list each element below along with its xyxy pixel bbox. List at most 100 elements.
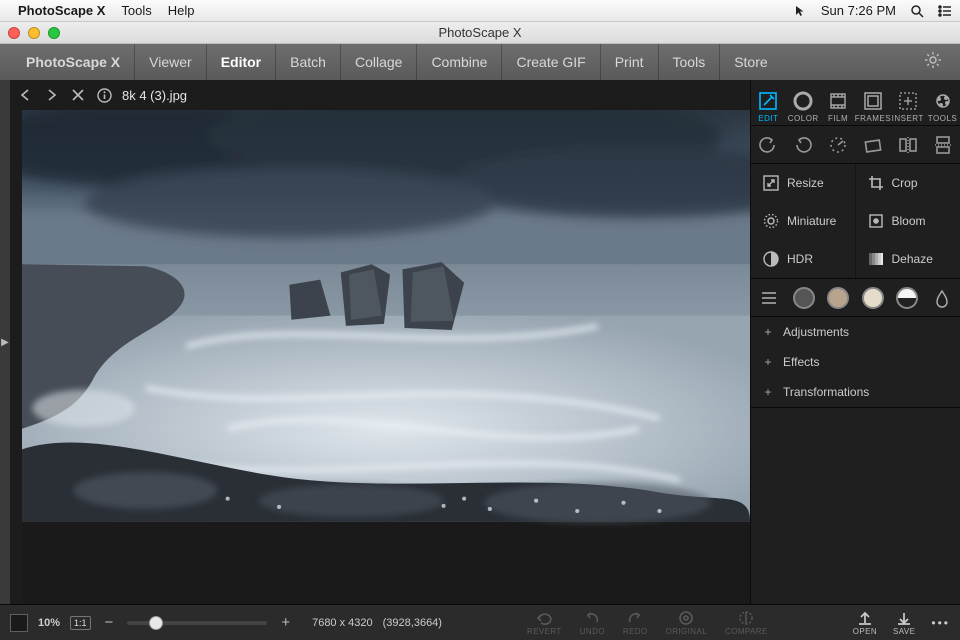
redo-button[interactable]: REDO <box>623 610 648 636</box>
tooltab-tools[interactable]: TOOLS <box>926 90 960 123</box>
canvas-header: 8k 4 (3).jpg <box>10 80 750 110</box>
bloom-icon <box>868 213 884 229</box>
right-panel: EDIT COLOR FILM FRAMES INSERT TOOLS <box>750 80 960 604</box>
open-button[interactable]: OPEN <box>853 610 877 636</box>
tooltab-film[interactable]: FILM <box>821 90 855 123</box>
tab-combine[interactable]: Combine <box>416 44 501 80</box>
swatch-split[interactable] <box>896 287 918 309</box>
tool-crop-label: Crop <box>892 176 918 190</box>
color-icon <box>792 90 814 112</box>
accordion-transformations-label: Transformations <box>783 385 869 399</box>
tool-hdr[interactable]: HDR <box>751 240 856 278</box>
rotate-ccw-icon[interactable] <box>756 133 780 157</box>
rotate-cw-icon[interactable] <box>791 133 815 157</box>
insert-icon <box>897 90 919 112</box>
tool-bloom[interactable]: Bloom <box>856 202 960 240</box>
zoom-out-button[interactable]: − <box>101 614 118 631</box>
tool-miniature[interactable]: Miniature <box>751 202 856 240</box>
undo-button[interactable]: UNDO <box>580 610 605 636</box>
tooltab-edit-label: EDIT <box>758 114 778 123</box>
tab-photoscapex[interactable]: PhotoScape X <box>12 44 134 80</box>
list-icon[interactable] <box>938 4 952 18</box>
original-button[interactable]: ORIGINAL <box>666 610 707 636</box>
flip-vertical-icon[interactable] <box>931 133 955 157</box>
save-button[interactable]: SAVE <box>893 610 915 636</box>
tool-grid: Resize Crop Miniature Bloom HDR Dehaze <box>751 164 960 279</box>
cursor-icon[interactable] <box>795 5 807 17</box>
menu-app[interactable]: PhotoScape X <box>18 3 105 18</box>
tool-miniature-label: Miniature <box>787 214 836 228</box>
tab-collage[interactable]: Collage <box>340 44 416 80</box>
navigator-thumbnail[interactable] <box>10 614 28 632</box>
window-title: PhotoScape X <box>0 25 960 40</box>
flip-horizontal-icon[interactable] <box>896 133 920 157</box>
tab-print[interactable]: Print <box>600 44 658 80</box>
close-window-button[interactable] <box>8 27 20 39</box>
zoom-value[interactable]: 10% <box>38 617 60 629</box>
tab-viewer[interactable]: Viewer <box>134 44 206 80</box>
chevron-right-icon: ▶ <box>1 337 9 348</box>
more-button[interactable]: ••• <box>931 616 950 630</box>
nav-back-icon[interactable] <box>18 87 34 103</box>
tab-store[interactable]: Store <box>719 44 781 80</box>
zoom-slider[interactable] <box>127 621 267 625</box>
fullscreen-window-button[interactable] <box>48 27 60 39</box>
swatch-cream[interactable] <box>862 287 884 309</box>
preset-list-icon[interactable] <box>757 286 781 310</box>
window-titlebar: PhotoScape X <box>0 22 960 44</box>
macos-menubar: PhotoScape X Tools Help Sun 7:26 PM <box>0 0 960 22</box>
bottom-actions: REVERT UNDO REDO ORIGINAL COMPARE <box>452 610 843 636</box>
hdr-icon <box>763 251 779 267</box>
crop-icon <box>868 175 884 191</box>
menu-help[interactable]: Help <box>168 3 195 18</box>
rotation-row <box>751 126 960 164</box>
menu-tools[interactable]: Tools <box>121 3 151 18</box>
zoom-slider-knob[interactable] <box>149 616 163 630</box>
swatch-gray[interactable] <box>793 287 815 309</box>
tooltab-edit[interactable]: EDIT <box>751 90 785 123</box>
accordion-adjustments[interactable]: +Adjustments <box>751 317 960 347</box>
color-drop-icon[interactable] <box>930 286 954 310</box>
minimize-window-button[interactable] <box>28 27 40 39</box>
menubar-clock[interactable]: Sun 7:26 PM <box>821 3 896 18</box>
image-canvas[interactable] <box>22 110 750 604</box>
accordion: +Adjustments +Effects +Transformations <box>751 317 960 408</box>
revert-button[interactable]: REVERT <box>527 610 562 636</box>
straighten-icon[interactable] <box>861 133 885 157</box>
zoom-1to1-button[interactable]: 1:1 <box>70 616 91 630</box>
accordion-effects[interactable]: +Effects <box>751 347 960 377</box>
tooltab-insert[interactable]: INSERT <box>891 90 925 123</box>
nav-forward-icon[interactable] <box>44 87 60 103</box>
settings-gear-icon[interactable] <box>918 51 948 74</box>
tool-dehaze[interactable]: Dehaze <box>856 240 960 278</box>
tool-crop[interactable]: Crop <box>856 164 960 202</box>
tool-resize-label: Resize <box>787 176 824 190</box>
tooltab-frames[interactable]: FRAMES <box>856 90 890 123</box>
tab-creategif[interactable]: Create GIF <box>501 44 599 80</box>
tab-tools[interactable]: Tools <box>658 44 720 80</box>
resize-icon <box>763 175 779 191</box>
tab-editor[interactable]: Editor <box>206 44 275 80</box>
sidebar-expand-handle[interactable]: ▶ <box>0 80 10 604</box>
editor-tool-tabs: EDIT COLOR FILM FRAMES INSERT TOOLS <box>751 80 960 126</box>
swatch-tan[interactable] <box>827 287 849 309</box>
cursor-position: (3928,3664) <box>383 617 442 629</box>
info-icon[interactable] <box>96 87 112 103</box>
tooltab-color[interactable]: COLOR <box>786 90 820 123</box>
accordion-adjustments-label: Adjustments <box>783 325 849 339</box>
edit-icon <box>757 90 779 112</box>
tab-batch[interactable]: Batch <box>275 44 340 80</box>
zoom-in-button[interactable]: + <box>277 614 294 631</box>
tool-resize[interactable]: Resize <box>751 164 856 202</box>
tooltab-film-label: FILM <box>828 114 848 123</box>
app-tabbar: PhotoScape X Viewer Editor Batch Collage… <box>0 44 960 80</box>
search-icon[interactable] <box>910 4 924 18</box>
accordion-transformations[interactable]: +Transformations <box>751 377 960 407</box>
workspace: ▶ 8k 4 (3).jpg <box>0 80 960 604</box>
compare-button[interactable]: COMPARE <box>725 610 768 636</box>
tool-bloom-label: Bloom <box>892 214 926 228</box>
window-traffic-lights <box>8 27 60 39</box>
rotate-angle-icon[interactable] <box>826 133 850 157</box>
tooltab-color-label: COLOR <box>788 114 819 123</box>
close-file-icon[interactable] <box>70 87 86 103</box>
